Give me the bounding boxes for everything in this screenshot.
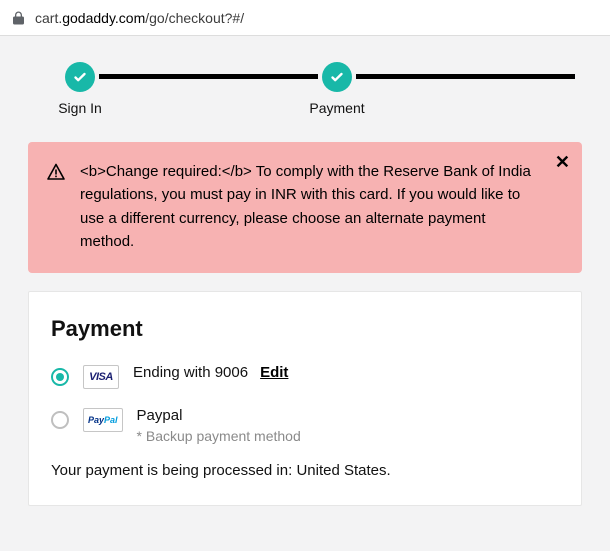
radio-selected[interactable] [51,368,69,386]
visa-logo: VISA [83,365,119,389]
url-host: godaddy.com [62,10,145,26]
payment-option-visa[interactable]: VISA Ending with 9006 Edit [51,364,559,389]
processing-info: Your payment is being processed in: Unit… [51,462,559,479]
payment-option-paypal[interactable]: PayPal Paypal * Backup payment method [51,407,559,444]
radio-unselected[interactable] [51,411,69,429]
url-text: cart.godaddy.com/go/checkout?#/ [35,10,244,26]
lock-icon [12,11,25,25]
address-bar[interactable]: cart.godaddy.com/go/checkout?#/ [0,0,610,36]
backup-note: * Backup payment method [137,428,301,444]
close-icon[interactable]: ✕ [555,152,570,173]
step-connector [356,74,575,79]
warning-icon [46,162,66,253]
step-signin: Sign In [65,62,95,116]
paypal-logo: PayPal [83,408,123,432]
paypal-name: Paypal [137,407,301,424]
step-connector [99,74,318,79]
panel-title: Payment [51,316,559,342]
step-label: Payment [309,100,364,116]
check-icon [322,62,352,92]
alert-message: <b>Change required:</b> To comply with t… [80,160,538,253]
url-prefix: cart. [35,10,62,26]
card-ending: Ending with 9006 [133,364,248,381]
url-path: /go/checkout?#/ [145,10,244,26]
step-label: Sign In [58,100,102,116]
error-alert: <b>Change required:</b> To comply with t… [28,142,582,273]
check-icon [65,62,95,92]
edit-link[interactable]: Edit [260,364,288,381]
progress-stepper: Sign In Payment [0,36,610,124]
step-payment: Payment [322,62,352,116]
payment-panel: Payment VISA Ending with 9006 Edit PayPa… [28,291,582,506]
